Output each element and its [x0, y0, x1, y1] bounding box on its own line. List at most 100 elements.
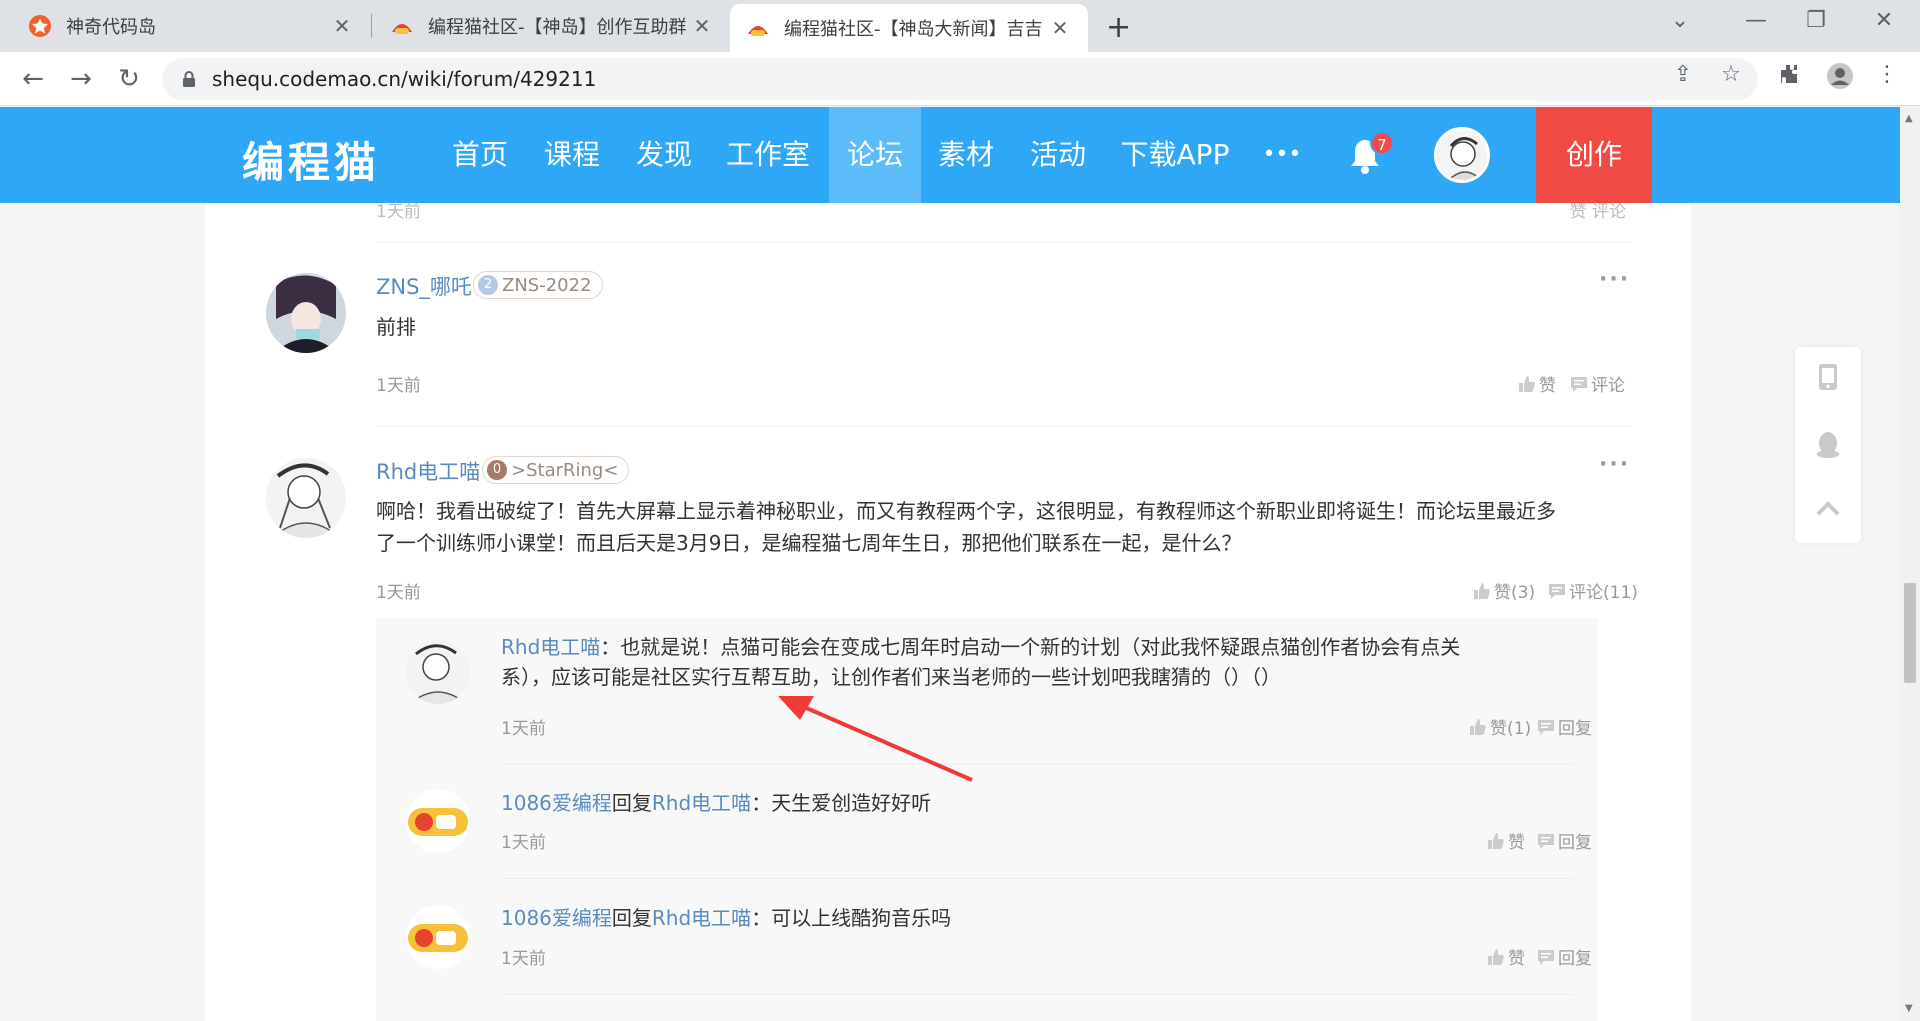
restore-icon[interactable]: ❐	[1796, 8, 1836, 33]
like-button[interactable]: 赞	[1487, 828, 1525, 853]
comment-icon	[1538, 833, 1554, 849]
comment-icon	[1538, 719, 1554, 735]
reply-username[interactable]: 1086爱编程	[501, 906, 612, 930]
reply-separator: ：	[600, 635, 621, 659]
mobile-icon[interactable]	[1812, 361, 1844, 393]
avatar[interactable]	[266, 273, 346, 353]
reply-text-line: 系），应该可能是社区实行互帮互助，让创作者们来当老师的一些计划吧我瞎猜的（）（）	[501, 665, 1281, 689]
profile-icon[interactable]	[1825, 62, 1855, 92]
user-medal-badge[interactable]: 2 ZNS-2022	[473, 271, 603, 299]
nav-discover[interactable]: 发现	[624, 107, 704, 203]
back-icon[interactable]: ←	[16, 62, 50, 96]
new-tab-button[interactable]: +	[1106, 10, 1131, 45]
qq-penguin-icon[interactable]	[1812, 429, 1844, 461]
thumbs-up-icon	[1474, 582, 1490, 599]
thumbs-up-icon	[1488, 832, 1504, 849]
user-medal-badge[interactable]: 0 >StarRing<	[482, 456, 630, 484]
avatar[interactable]	[406, 789, 470, 853]
scroll-down-icon[interactable]: ▼	[1905, 1003, 1913, 1014]
more-options-icon[interactable]: ···	[1599, 452, 1630, 477]
comment-button[interactable]: 评论(11)	[1548, 578, 1638, 603]
like-label: 赞	[1539, 376, 1556, 396]
nav-courses[interactable]: 课程	[532, 107, 612, 203]
reply-content: 天生爱创造好好听	[771, 791, 932, 815]
comment-button[interactable]: 评论	[1570, 371, 1625, 396]
back-to-top-icon[interactable]	[1812, 493, 1844, 525]
like-button[interactable]: 赞	[1518, 371, 1556, 396]
address-bar[interactable]: shequ.codemao.cn/wiki/forum/429211	[162, 58, 1758, 100]
scrollbar-thumb[interactable]	[1904, 583, 1916, 683]
tab-search-icon[interactable]: ⌄	[1660, 8, 1700, 33]
like-button[interactable]: 赞(1)	[1469, 714, 1531, 739]
close-window-icon[interactable]: ✕	[1864, 8, 1904, 33]
like-label: 赞(1)	[1490, 719, 1532, 739]
browser-tab-2[interactable]: 编程猫社区-【神岛】创作互助群 ✕	[374, 0, 730, 52]
comment-text-line: 了一个训练师小课堂！而且后天是3月9日，是编程猫七周年生日，那把他们联系在一起，…	[376, 531, 1242, 555]
chrome-menu-icon[interactable]: ⋮	[1872, 62, 1902, 92]
bookmark-star-icon[interactable]: ☆	[1716, 62, 1746, 92]
nav-studio[interactable]: 工作室	[716, 107, 820, 203]
tab-title: 神奇代码岛	[66, 17, 156, 38]
like-label: 赞	[1508, 833, 1525, 853]
thumbs-up-icon	[1519, 375, 1535, 392]
reply-text-line: Rhd电工喵：也就是说！点猫可能会在变成七周年时启动一个新的计划（对此我怀疑跟点…	[501, 632, 1551, 662]
share-icon[interactable]: ⇪	[1668, 62, 1698, 92]
forward-icon[interactable]: →	[64, 62, 98, 96]
close-tab-icon[interactable]: ✕	[690, 14, 714, 38]
comment-username[interactable]: ZNS_哪吒	[376, 271, 472, 301]
create-button[interactable]: 创作	[1536, 107, 1652, 203]
nav-home[interactable]: 首页	[440, 107, 520, 203]
badge-level: 2	[478, 275, 498, 295]
reply-word: 回复	[611, 906, 652, 930]
tab-title: 编程猫社区-【神岛】创作互助群	[428, 17, 687, 38]
reply-button[interactable]: 回复	[1537, 944, 1592, 969]
more-options-icon[interactable]: ···	[1599, 267, 1630, 292]
browser-tab-1[interactable]: 神奇代码岛 ✕	[12, 0, 370, 52]
comment-time: 1天前	[376, 583, 421, 603]
reply-word: 回复	[611, 791, 652, 815]
comment-icon	[1538, 949, 1554, 965]
reply-text: 1086爱编程回复Rhd电工喵：天生爱创造好好听	[501, 788, 931, 818]
comment-icon	[1571, 376, 1587, 392]
comment-label: 评论	[1591, 376, 1625, 396]
reply-username[interactable]: 1086爱编程	[501, 791, 612, 815]
reply-time: 1天前	[501, 719, 546, 739]
user-avatar[interactable]	[1434, 127, 1490, 183]
divider	[501, 878, 1573, 879]
site-logo[interactable]: 编程猫	[242, 129, 380, 190]
reply-username[interactable]: Rhd电工喵	[501, 635, 600, 659]
reply-target-username[interactable]: Rhd电工喵	[652, 906, 751, 930]
minimize-icon[interactable]: —	[1736, 8, 1776, 33]
close-tab-icon[interactable]: ✕	[330, 14, 354, 38]
page-scrollbar[interactable]: ▲ ▼	[1900, 107, 1920, 1021]
like-button[interactable]: 赞(3)	[1473, 578, 1535, 603]
comment-text: 前排	[376, 315, 416, 339]
comment-text: 啊哈！我看出破绽了！首先大屏幕上显示着神秘职业，而又有教程两个字，这很明显，有教…	[376, 495, 1636, 559]
tab-separator	[371, 14, 372, 38]
nav-forum[interactable]: 论坛	[829, 107, 921, 203]
reload-icon[interactable]: ↻	[112, 62, 146, 96]
reply-text: 1086爱编程回复Rhd电工喵：可以上线酷狗音乐吗	[501, 903, 951, 933]
prev-comment-actions[interactable]: 赞 评论	[1570, 203, 1626, 222]
scroll-up-icon[interactable]: ▲	[1905, 113, 1913, 124]
tab-title: 编程猫社区-【神岛大新闻】吉吉	[784, 19, 1043, 40]
avatar[interactable]	[406, 905, 470, 969]
browser-tab-3-active[interactable]: 编程猫社区-【神岛大新闻】吉吉 ✕	[730, 4, 1088, 52]
reply-button[interactable]: 回复	[1537, 714, 1592, 739]
avatar[interactable]	[406, 640, 470, 704]
reply-separator: ：	[751, 906, 772, 930]
reply-list: Rhd电工喵：也就是说！点猫可能会在变成七周年时启动一个新的计划（对此我怀疑跟点…	[376, 618, 1598, 1021]
reply-target-username[interactable]: Rhd电工喵	[652, 791, 751, 815]
avatar[interactable]	[266, 458, 346, 538]
like-button[interactable]: 赞	[1487, 944, 1525, 969]
extensions-icon[interactable]	[1775, 62, 1805, 92]
nav-materials[interactable]: 素材	[926, 107, 1006, 203]
annotation-arrow	[778, 696, 973, 782]
close-tab-icon[interactable]: ✕	[1048, 16, 1072, 40]
comment-username[interactable]: Rhd电工喵	[376, 456, 480, 486]
nav-more[interactable]: •••	[1252, 107, 1312, 203]
nav-download-app[interactable]: 下载APP	[1110, 107, 1240, 203]
reply-button[interactable]: 回复	[1537, 828, 1592, 853]
reply-label: 回复	[1558, 949, 1592, 969]
nav-events[interactable]: 活动	[1018, 107, 1098, 203]
